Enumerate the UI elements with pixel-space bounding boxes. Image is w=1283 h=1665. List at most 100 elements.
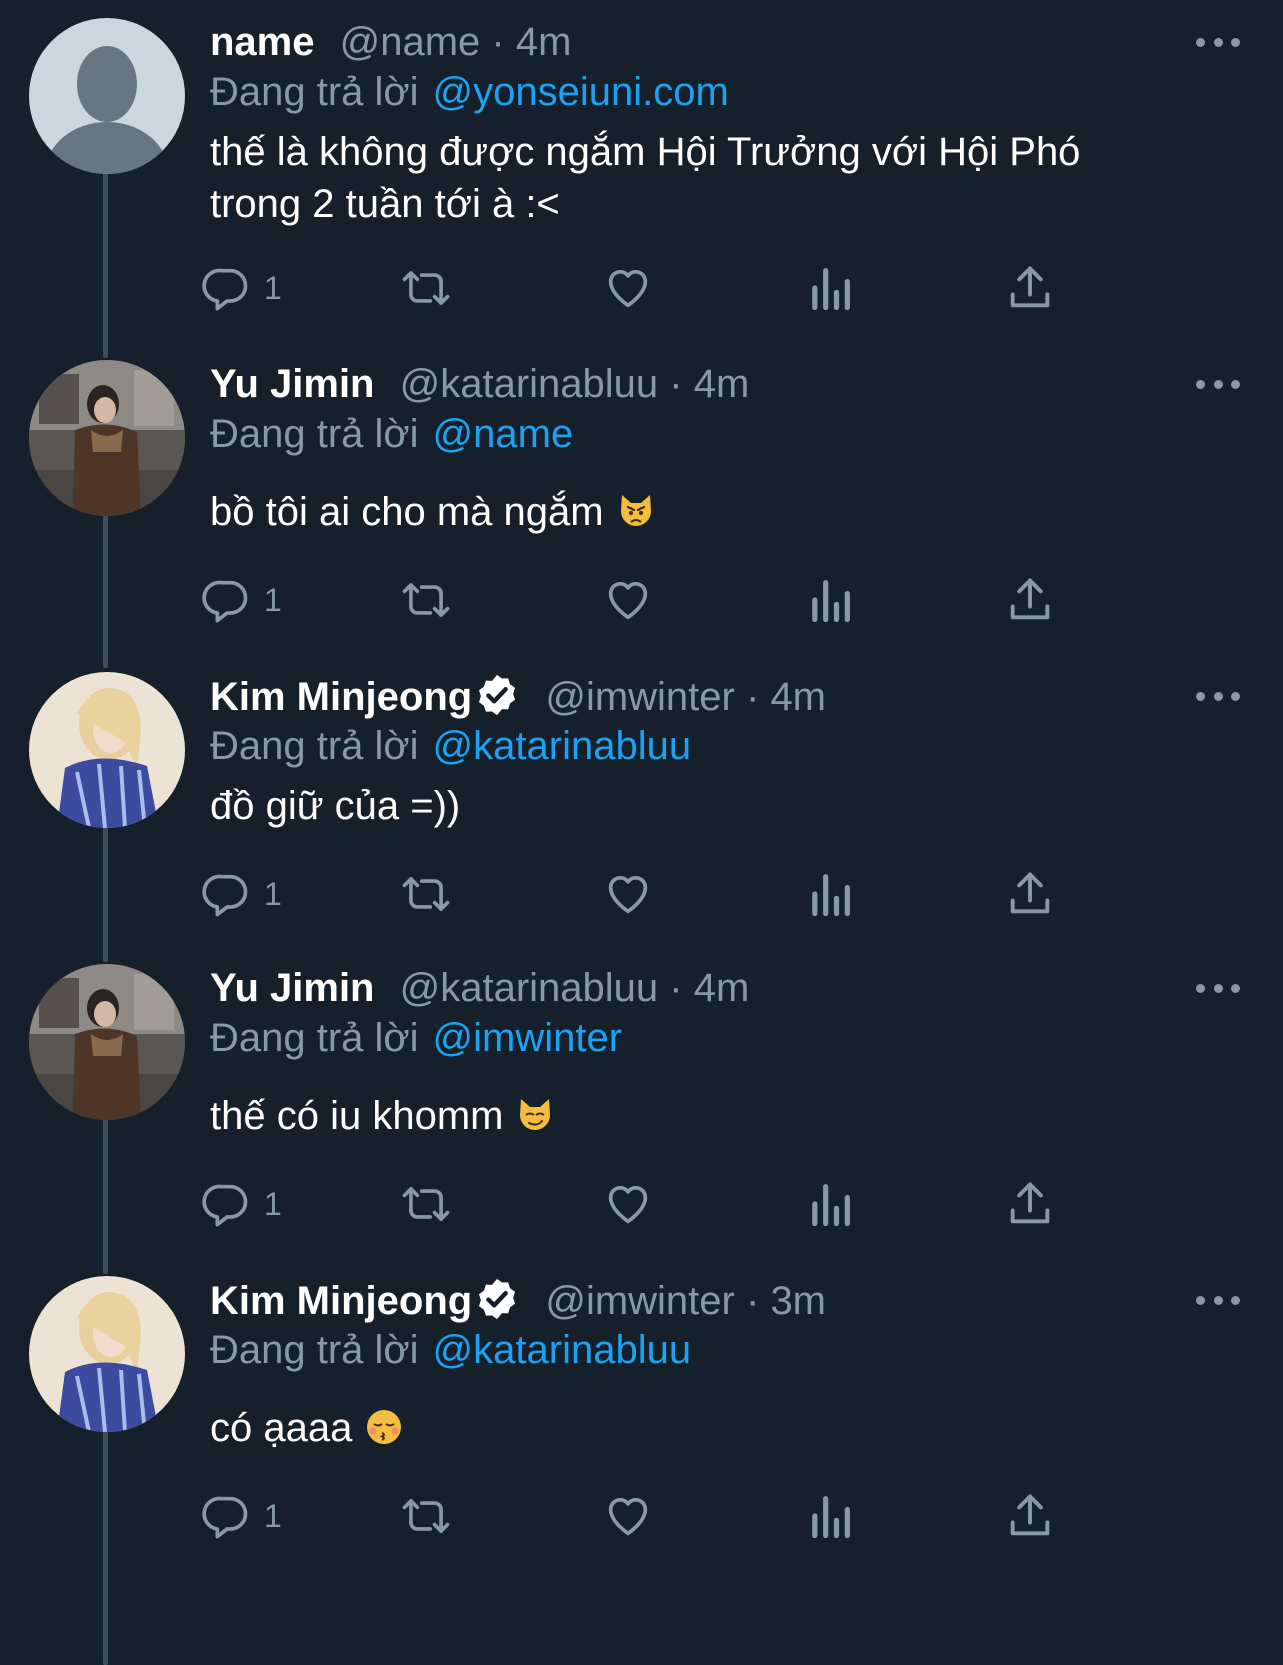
share-button[interactable] [1004,574,1056,626]
tweet-header: Yu Jimin @katarinabluu · 4m [210,964,1243,1012]
more-options-icon[interactable] [1193,18,1243,66]
retweet-button[interactable] [398,574,454,626]
tweet-header: Kim Minjeong @imwinter · 4m [210,672,1243,720]
display-name[interactable]: Kim Minjeong [210,675,472,719]
street-photo-avatar[interactable] [29,360,185,516]
separator: · [669,362,683,406]
share-button[interactable] [1004,262,1056,314]
more-options-icon[interactable] [1193,964,1243,1012]
user-handle[interactable]: @katarinabluu [400,362,659,406]
tweet-text: đồ giữ của =)) [210,780,1243,832]
replying-to: Đang trả lời @katarinabluu [210,720,1243,772]
reply-button[interactable]: 1 [200,1490,282,1542]
reply-button[interactable]: 1 [200,1178,282,1230]
reply-mention-link[interactable]: @name [433,412,574,456]
retweet-button[interactable] [398,868,454,920]
like-button[interactable] [602,574,654,626]
default-avatar[interactable] [29,18,185,174]
share-icon [1010,266,1050,308]
display-name[interactable]: Yu Jimin [210,966,375,1010]
like-button[interactable] [602,1490,654,1542]
replying-to: Đang trả lời @katarinabluu [210,1324,1243,1376]
tweet-actions: 1 [202,1490,1110,1542]
tweet-header: Kim Minjeong @imwinter · 3m [210,1276,1243,1324]
tweet-text: bồ tôi ai cho mà ngắm [210,486,1243,538]
like-button[interactable] [602,868,654,920]
verified-badge-icon [479,1278,516,1320]
like-button[interactable] [602,1178,654,1230]
analytics-button[interactable] [808,574,852,626]
timestamp[interactable]: 4m [770,675,826,719]
reply-button[interactable]: 1 [200,574,282,626]
heart-icon [608,1497,648,1536]
share-button[interactable] [1004,1178,1056,1230]
retweet-icon [402,583,450,617]
display-name[interactable]: name [210,20,315,64]
tweet-text-content: thế có iu khomm [210,1094,504,1138]
tweet-text-content: đồ giữ của =)) [210,784,461,828]
analytics-icon [812,1184,850,1227]
more-options-icon[interactable] [1193,360,1243,408]
retweet-icon [402,1499,450,1533]
reply-prefix: Đang trả lời [210,70,419,114]
pouting-cat-emoji [620,495,651,526]
blonde-portrait-avatar[interactable] [29,1276,185,1432]
display-name[interactable]: Yu Jimin [210,362,375,406]
thread-line [103,508,108,668]
reply-thread: name @name · 4m Đang trả lời @yonseiuni.c… [0,0,1283,1665]
reply-count: 1 [264,1497,282,1534]
reply-mention-link[interactable]: @imwinter [433,1016,623,1060]
replying-to: Đang trả lời @yonseiuni.com [210,66,1243,118]
share-icon [1010,578,1050,620]
timestamp[interactable]: 4m [694,966,750,1010]
user-handle[interactable]: @imwinter [545,1279,735,1323]
share-icon [1010,872,1050,914]
tweet-text: có ạaaa [210,1402,1243,1454]
timestamp[interactable]: 4m [694,362,750,406]
reply-prefix: Đang trả lời [210,412,419,456]
share-button[interactable] [1004,868,1056,920]
analytics-icon [812,268,850,311]
timestamp[interactable]: 3m [770,1279,826,1323]
separator: · [491,20,505,64]
like-button[interactable] [602,262,654,314]
replying-to: Đang trả lời @imwinter [210,1012,1243,1064]
display-name[interactable]: Kim Minjeong [210,1279,472,1323]
analytics-button[interactable] [808,262,852,314]
reply-prefix: Đang trả lời [210,724,419,768]
street-photo-avatar[interactable] [29,964,185,1120]
analytics-button[interactable] [808,1490,852,1542]
thread-line [103,1114,108,1274]
reply-count: 1 [264,1185,282,1222]
analytics-icon [812,580,850,623]
share-button[interactable] [1004,1490,1056,1542]
tweet-text-content: bồ tôi ai cho mà ngắm [210,490,604,534]
timestamp[interactable]: 4m [516,20,572,64]
analytics-icon [812,1496,850,1539]
reply-mention-link[interactable]: @yonseiuni.com [433,70,729,114]
retweet-button[interactable] [398,1178,454,1230]
reply-mention-link[interactable]: @katarinabluu [433,724,692,768]
analytics-button[interactable] [808,868,852,920]
more-options-icon[interactable] [1193,1276,1243,1324]
analytics-button[interactable] [808,1178,852,1230]
user-handle[interactable]: @katarinabluu [400,966,659,1010]
reply-mention-link[interactable]: @katarinabluu [433,1328,692,1372]
user-handle[interactable]: @name [340,20,481,64]
tweet-text-content: có ạaaa [210,1406,353,1450]
retweet-button[interactable] [398,262,454,314]
more-options-icon[interactable] [1193,672,1243,720]
user-handle[interactable]: @imwinter [545,675,735,719]
retweet-icon [402,877,450,911]
reply-icon [202,580,248,623]
reply-count: 1 [264,581,282,618]
reply-button[interactable]: 1 [200,262,282,314]
reply-button[interactable]: 1 [200,868,282,920]
blonde-portrait-avatar[interactable] [29,672,185,828]
reply-prefix: Đang trả lời [210,1328,419,1372]
heart-icon [608,875,648,914]
replying-to: Đang trả lời @name [210,408,1243,460]
share-icon [1010,1494,1050,1536]
retweet-button[interactable] [398,1490,454,1542]
separator: · [745,1279,760,1323]
